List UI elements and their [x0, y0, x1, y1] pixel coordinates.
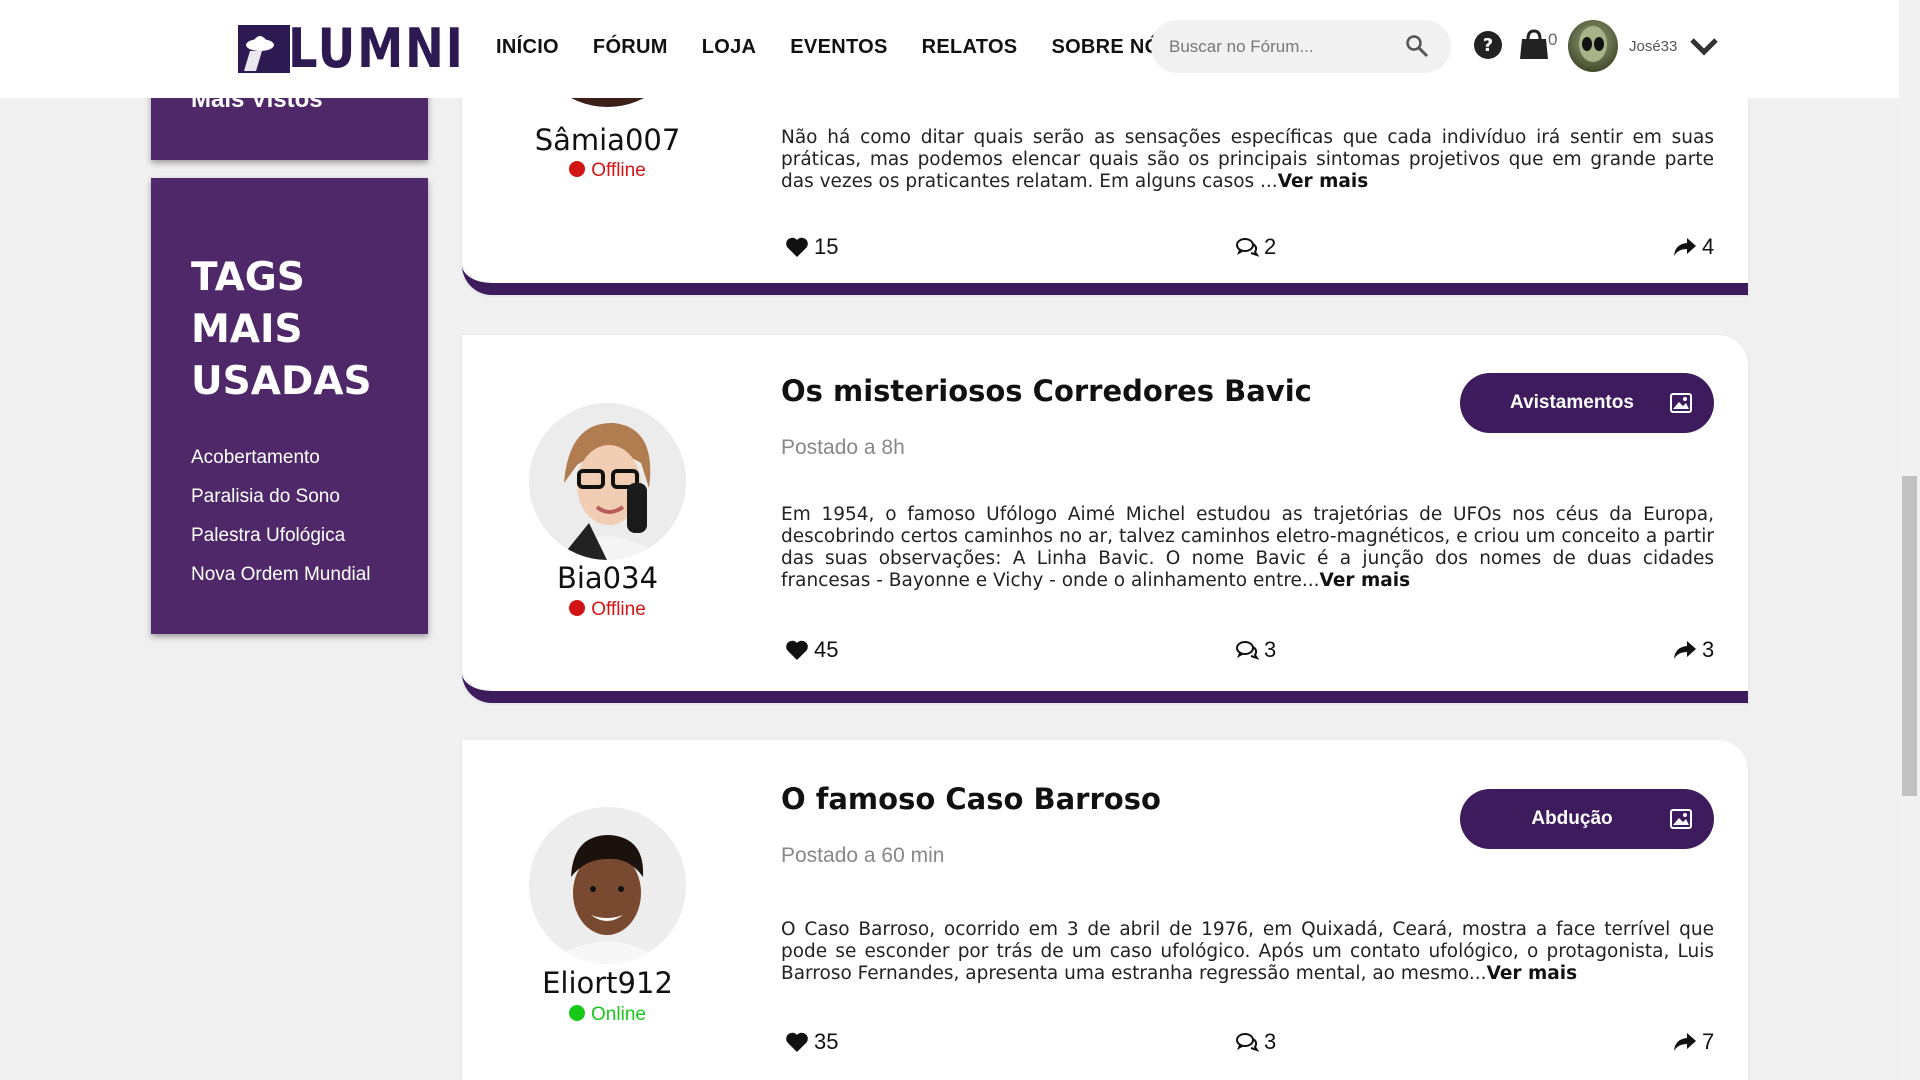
heart-icon [786, 237, 808, 257]
nav-item-eventos[interactable]: EVENTOS [790, 36, 887, 59]
status-text: Offline [591, 160, 646, 181]
status-text: Offline [591, 599, 646, 620]
cart-count: 0 [1548, 30, 1558, 49]
nav-item-forum[interactable]: FÓRUM [593, 36, 668, 59]
logo-text: LUMNI [288, 17, 465, 80]
nav-item-relatos[interactable]: RELATOS [922, 36, 1018, 59]
svg-text:?: ? [1483, 35, 1493, 56]
tag-item[interactable]: Acobertamento [191, 448, 371, 487]
post-card: Bia034 Offline Os misteriosos Corredores… [462, 335, 1748, 703]
post-title[interactable]: O famoso Caso Barroso [781, 782, 1161, 816]
shares[interactable]: 3 [1673, 637, 1714, 663]
tag-link[interactable]: Nova Ordem Mundial [191, 564, 371, 585]
tags-title: TAGS MAIS USADAS [191, 255, 372, 404]
tags-panel: TAGS MAIS USADAS Acobertamento Paralisia… [151, 178, 428, 634]
comments-count: 3 [1264, 637, 1277, 662]
tag-item[interactable]: Palestra Ufológica [191, 526, 371, 565]
likes-count: 35 [814, 1029, 839, 1054]
comment-icon [1236, 238, 1259, 257]
likes[interactable]: 35 [785, 1029, 838, 1055]
site-logo[interactable]: LUMNI [238, 17, 493, 80]
image-icon [1670, 393, 1692, 413]
comments[interactable]: 3 [1235, 1029, 1276, 1055]
excerpt-text: Em 1954, o famoso Ufólogo Aimé Michel es… [781, 504, 1714, 591]
search-box [1151, 20, 1451, 73]
post-username[interactable]: Sâmia007 [462, 123, 753, 157]
post-time: Postado a 8h [781, 436, 905, 459]
top-header: LUMNI INÍCIO FÓRUM LOJA EVENTOS RELATOS … [0, 0, 1899, 98]
shares-count: 3 [1702, 637, 1715, 662]
status-dot-icon [569, 600, 586, 616]
logo-ufo-icon [238, 25, 290, 73]
help-icon[interactable]: ? [1474, 31, 1502, 59]
post-category-button[interactable]: Avistamentos [1460, 373, 1714, 433]
likes[interactable]: 15 [785, 234, 838, 260]
heart-icon [786, 640, 808, 660]
avatar[interactable] [529, 403, 686, 560]
comments[interactable]: 2 [1235, 234, 1276, 260]
user-status: Offline [462, 599, 753, 621]
search-input[interactable] [1169, 36, 1389, 57]
post-excerpt: Em 1954, o famoso Ufólogo Aimé Michel es… [781, 504, 1714, 592]
main-nav: INÍCIO FÓRUM LOJA EVENTOS RELATOS SOBRE … [496, 36, 1208, 59]
tag-item[interactable]: Paralisia do Sono [191, 487, 371, 526]
nav-item-inicio[interactable]: INÍCIO [496, 36, 559, 59]
post-title[interactable]: Os misteriosos Corredores Bavic [781, 374, 1312, 408]
shares-count: 7 [1702, 1029, 1715, 1054]
likes-count: 15 [814, 234, 839, 259]
image-icon [1670, 809, 1692, 829]
post-excerpt: O Caso Barroso, ocorrido em 3 de abril d… [781, 919, 1714, 985]
username[interactable]: José33 [1629, 38, 1677, 55]
comments-count: 3 [1264, 1029, 1277, 1054]
tag-link[interactable]: Paralisia do Sono [191, 486, 340, 507]
share-icon [1674, 1033, 1696, 1051]
share-icon [1674, 238, 1696, 256]
tag-list: Acobertamento Paralisia do Sono Palestra… [191, 448, 371, 604]
read-more-link[interactable]: Ver mais [1278, 171, 1369, 192]
heart-icon [786, 1032, 808, 1052]
post-category-button[interactable]: Abdução [1460, 789, 1714, 849]
tag-link[interactable]: Palestra Ufológica [191, 525, 345, 546]
user-status: Offline [462, 160, 753, 182]
post-username[interactable]: Bia034 [462, 561, 753, 595]
tag-item[interactable]: Nova Ordem Mundial [191, 565, 371, 604]
comment-icon [1236, 1033, 1259, 1052]
post-time: Postado a 60 min [781, 844, 945, 867]
avatar[interactable] [529, 807, 686, 964]
post-excerpt: Não há como ditar quais serão as sensaçõ… [781, 127, 1714, 193]
post-username[interactable]: Eliort912 [462, 966, 753, 1000]
comment-icon [1236, 641, 1259, 660]
excerpt-text: Não há como ditar quais serão as sensaçõ… [781, 127, 1714, 192]
status-dot-icon [569, 1005, 586, 1021]
nav-item-loja[interactable]: LOJA [702, 36, 757, 59]
tag-link[interactable]: Acobertamento [191, 447, 320, 468]
status-text: Online [591, 1004, 646, 1025]
shopping-bag-icon[interactable] [1520, 29, 1548, 59]
shares-count: 4 [1702, 234, 1715, 259]
read-more-link[interactable]: Ver mais [1320, 570, 1411, 591]
chevron-down-icon[interactable] [1689, 36, 1719, 56]
shares[interactable]: 4 [1673, 234, 1714, 260]
category-label: Avistamentos [1510, 392, 1634, 413]
read-more-link[interactable]: Ver mais [1487, 963, 1578, 984]
comments-count: 2 [1264, 234, 1277, 259]
scrollbar-thumb[interactable] [1902, 476, 1917, 796]
search-icon[interactable] [1405, 34, 1429, 58]
category-label: Abdução [1531, 808, 1613, 829]
status-dot-icon [569, 161, 586, 177]
user-status: Online [462, 1004, 753, 1026]
likes[interactable]: 45 [785, 637, 838, 663]
user-avatar[interactable] [1568, 20, 1618, 72]
share-icon [1674, 641, 1696, 659]
likes-count: 45 [814, 637, 839, 662]
post-card: Eliort912 Online O famoso Caso Barroso P… [462, 740, 1748, 1080]
shares[interactable]: 7 [1673, 1029, 1714, 1055]
comments[interactable]: 3 [1235, 637, 1276, 663]
